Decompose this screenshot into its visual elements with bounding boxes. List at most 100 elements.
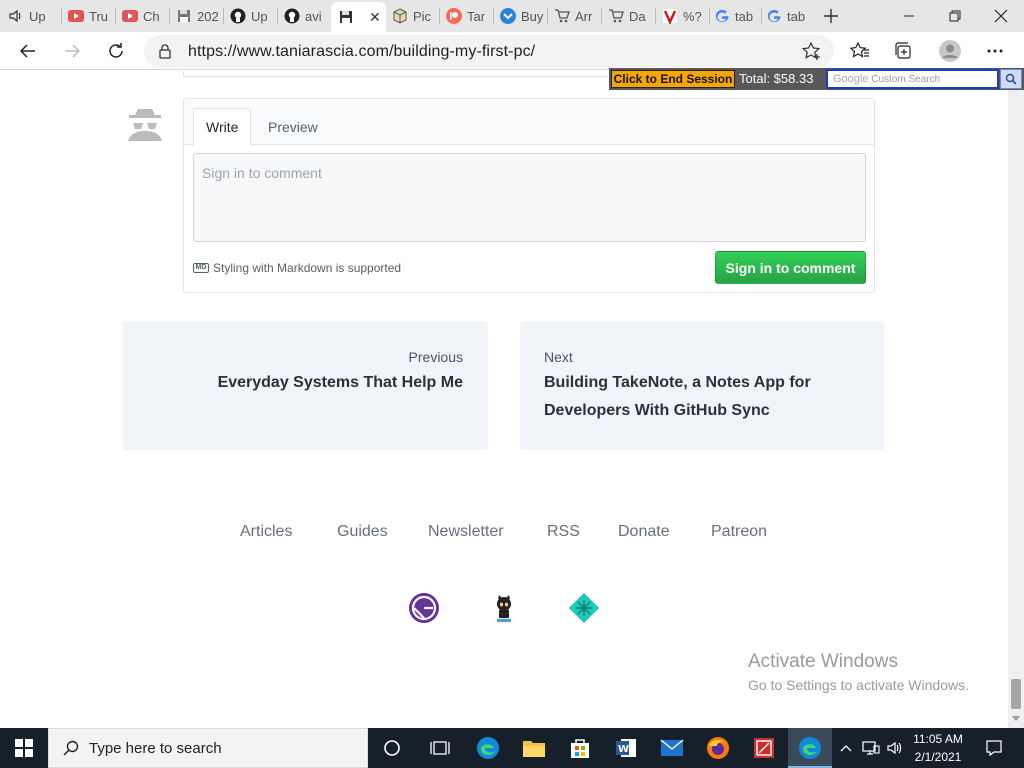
scroll-down-icon[interactable] [1012, 716, 1020, 721]
tab-label: Ch [143, 8, 160, 24]
tab-6[interactable]: avi [284, 2, 330, 30]
gatsby-icon[interactable] [408, 592, 440, 624]
close-icon [994, 9, 1008, 23]
notifications-icon[interactable] [978, 732, 1010, 764]
sign-in-to-comment-button[interactable]: Sign in to comment [715, 251, 866, 284]
start-button[interactable] [8, 732, 40, 764]
task-view-icon[interactable] [424, 732, 456, 764]
end-session-button[interactable]: Click to End Session [611, 70, 735, 88]
tab-11[interactable]: Arr [554, 2, 600, 30]
previous-comment-box-edge [183, 71, 623, 77]
favorites-icon [850, 42, 869, 58]
forward-button[interactable] [57, 36, 87, 66]
netlify-icon[interactable] [568, 592, 600, 624]
volume-icon[interactable] [884, 732, 906, 764]
tab-write[interactable]: Write [193, 108, 252, 146]
close-tab-icon[interactable]: ✕ [369, 9, 381, 26]
tab-preview[interactable]: Preview [256, 108, 330, 146]
markdown-note[interactable]: MD Styling with Markdown is supported [193, 261, 401, 275]
clock-date[interactable]: 2/1/2021 [908, 750, 968, 764]
windows-taskbar: Type here to search W 11:05 AM 2/1/2021 [0, 728, 1024, 768]
comment-box: Write Preview Sign in to comment MD Styl… [183, 98, 875, 293]
lock-icon[interactable] [158, 43, 172, 64]
refresh-button[interactable] [101, 36, 131, 66]
minimize-button[interactable] [886, 0, 932, 32]
restore-button[interactable] [932, 0, 978, 32]
cortana-icon[interactable] [376, 732, 408, 764]
markdown-icon: MD [193, 263, 209, 273]
next-post-title-line1[interactable]: Building TakeNote, a Notes App for [544, 369, 811, 397]
forward-arrow-icon [65, 44, 81, 58]
favorites-button[interactable] [845, 36, 875, 66]
taskbar-search-box[interactable]: Type here to search [48, 728, 368, 768]
previous-label: Previous [408, 349, 463, 365]
close-window-button[interactable] [978, 0, 1024, 32]
comment-textarea[interactable]: Sign in to comment [193, 153, 866, 242]
file-explorer-icon[interactable] [518, 732, 550, 764]
pocket-icon [500, 8, 516, 24]
tab-label: %? [683, 8, 702, 24]
address-bar[interactable]: https://www.taniarascia.com/building-my-… [144, 35, 834, 67]
tab-3[interactable]: Ch [122, 2, 168, 30]
markdown-note-text: Styling with Markdown is supported [213, 261, 402, 275]
tab-9[interactable]: Tar [446, 2, 492, 30]
clock-time[interactable]: 11:05 AM [908, 732, 968, 746]
tab-13[interactable]: %? [662, 2, 708, 30]
footer-link-rss[interactable]: RSS [547, 523, 580, 541]
next-post-title-line2[interactable]: Developers With GitHub Sync [544, 397, 770, 425]
edge-taskbar-icon[interactable] [472, 732, 504, 764]
tab-4[interactable]: 202 [176, 2, 222, 30]
tab-10[interactable]: Buy [500, 2, 546, 30]
tab-label: avi [305, 8, 322, 24]
tab-strip: Up Tru Ch 202 Up avi ✕ Pic Tar Buy Arr D… [0, 0, 1024, 32]
page-scrollbar[interactable] [1008, 71, 1024, 728]
google-custom-search-input[interactable]: Google Custom Search [826, 69, 999, 89]
network-icon[interactable] [860, 732, 882, 764]
footer-link-patreon[interactable]: Patreon [711, 523, 767, 541]
svg-text:W: W [618, 744, 629, 755]
url-text: https://www.taniarascia.com/building-my-… [188, 43, 536, 60]
tab-label: tab [735, 8, 754, 24]
scroll-thumb[interactable] [1011, 679, 1021, 709]
v-icon [662, 8, 678, 24]
tab-15[interactable]: tab [766, 2, 812, 30]
footer-link-donate[interactable]: Donate [618, 523, 670, 541]
tab-12[interactable]: Da [608, 2, 654, 30]
tab-8[interactable]: Pic [392, 2, 438, 30]
comment-tabs: Write Preview [184, 99, 874, 146]
previous-post-card[interactable]: Previous Everyday Systems That Help Me [123, 321, 488, 450]
word-icon[interactable]: W [610, 732, 642, 764]
tab-7-active[interactable]: ✕ [331, 2, 386, 32]
add-favorite-icon[interactable] [801, 41, 822, 65]
search-icon [63, 740, 79, 756]
next-post-card[interactable]: Next Building TakeNote, a Notes App for … [520, 321, 884, 450]
firefox-icon[interactable] [702, 732, 734, 764]
tab-14[interactable]: tab [714, 2, 760, 30]
collections-button[interactable] [889, 36, 919, 66]
tab-label: Arr [575, 8, 593, 24]
google-search-button[interactable] [1000, 69, 1022, 89]
settings-menu-button[interactable] [980, 36, 1010, 66]
footer-link-newsletter[interactable]: Newsletter [428, 523, 504, 541]
floppy-icon [338, 9, 354, 25]
github-octocat-icon[interactable] [488, 592, 520, 624]
back-button[interactable] [13, 36, 43, 66]
tab-5[interactable]: Up [230, 2, 276, 30]
tab-1[interactable]: Up [8, 2, 60, 30]
mail-icon[interactable] [656, 732, 688, 764]
previous-post-title[interactable]: Everyday Systems That Help Me [218, 369, 463, 397]
cart-icon [554, 8, 570, 24]
store-icon[interactable] [564, 732, 596, 764]
footer-link-articles[interactable]: Articles [240, 523, 292, 541]
tray-chevron-icon[interactable] [836, 732, 856, 764]
plus-icon [824, 9, 838, 23]
app-red-icon[interactable] [748, 732, 780, 764]
new-tab-button[interactable] [816, 2, 846, 30]
footer-link-guides[interactable]: Guides [337, 523, 388, 541]
edge-active-icon[interactable] [794, 732, 826, 764]
tab-label: Tar [467, 8, 486, 24]
tab-label: Da [629, 8, 646, 24]
tab-2[interactable]: Tru [68, 2, 114, 30]
tab-label: Buy [521, 8, 544, 24]
profile-button[interactable] [935, 36, 965, 66]
